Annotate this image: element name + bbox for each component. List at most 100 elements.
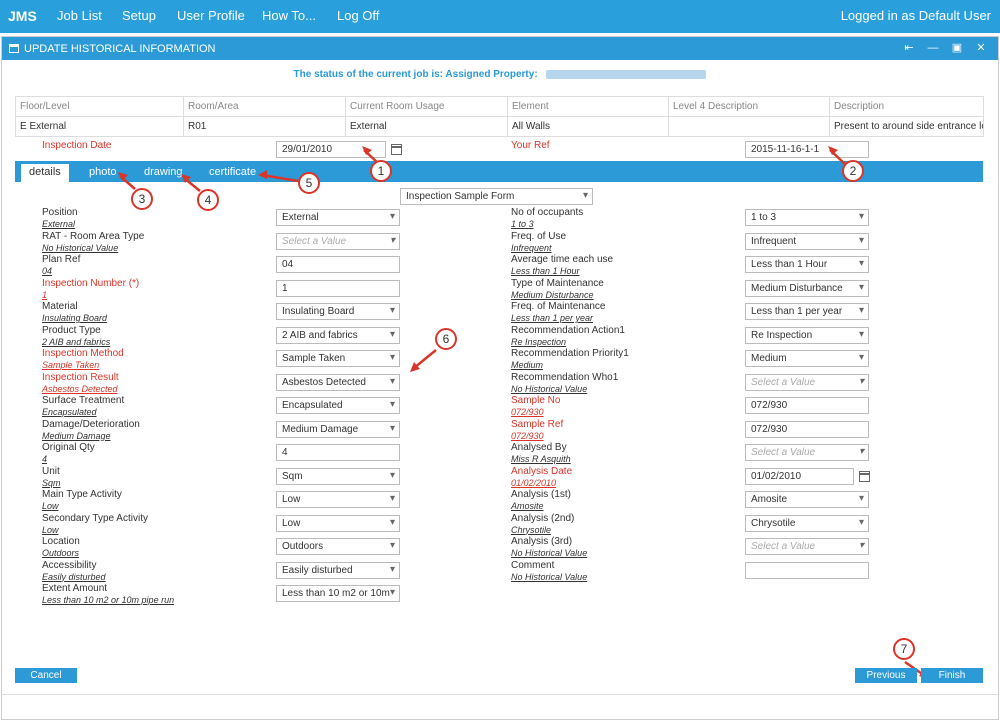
- field-select[interactable]: Infrequent: [745, 232, 869, 250]
- inspection-date-input[interactable]: 29/01/2010: [276, 141, 386, 158]
- restore-icon[interactable]: ⇤: [900, 40, 918, 56]
- field-select[interactable]: Sample Taken: [276, 350, 400, 367]
- field-input[interactable]: 1: [276, 279, 400, 297]
- field-label-text: Analysed By: [511, 442, 567, 453]
- field-select[interactable]: Easily disturbed: [276, 561, 400, 579]
- field-select[interactable]: Sqm: [276, 467, 400, 485]
- form-type-select[interactable]: Inspection Sample Form: [400, 188, 593, 205]
- field-label: Extent Amount Less than 10 m2 or 10m pipe…: [42, 583, 174, 606]
- field-select[interactable]: Chrysotile: [745, 514, 869, 532]
- historical-value: Amosite: [511, 501, 544, 511]
- cancel-button[interactable]: Cancel: [15, 668, 77, 683]
- field-label: No of occupants 1 to 3: [511, 207, 583, 230]
- finish-button[interactable]: Finish: [921, 668, 983, 683]
- field-select[interactable]: Encapsulated: [276, 397, 400, 414]
- field-label: Sample Ref 072/930: [511, 419, 563, 442]
- field-label: Secondary Type Activity Low: [42, 513, 148, 536]
- field-select[interactable]: Outdoors: [276, 538, 400, 555]
- historical-value: Low: [42, 524, 59, 535]
- field-select[interactable]: 2 AIB and fabrics: [276, 326, 400, 344]
- field-select[interactable]: 1 to 3: [745, 209, 869, 226]
- logged-in-user: Logged in as Default User: [840, 8, 991, 23]
- date-input[interactable]: 01/02/2010: [745, 467, 854, 485]
- field-label-text: Analysis (1st): [511, 489, 572, 500]
- nav-how-to[interactable]: How To...: [262, 8, 316, 23]
- field-label: Inspection Result Asbestos Detected: [42, 372, 119, 395]
- field-select[interactable]: Less than 10 m2 or 10m: [276, 585, 400, 602]
- field-select[interactable]: Less than 1 Hour: [745, 256, 869, 273]
- nav-log-off[interactable]: Log Off: [337, 8, 379, 23]
- historical-value: 4: [42, 454, 48, 464]
- brand-logo[interactable]: JMS: [8, 8, 37, 24]
- field-label-text: Product Type: [42, 324, 101, 336]
- maximize-icon[interactable]: ▣: [948, 40, 966, 56]
- field-input[interactable]: 072/930: [745, 397, 869, 414]
- field-select[interactable]: Select a Value: [745, 444, 869, 461]
- field-input[interactable]: 04: [276, 256, 400, 273]
- field-label: Freq. of Maintenance Less than 1 per year: [511, 301, 606, 324]
- historical-value: 01/02/2010: [511, 477, 557, 488]
- nav-setup[interactable]: Setup: [122, 8, 156, 23]
- historical-value: Miss R Asquith: [511, 454, 571, 464]
- field-select[interactable]: Medium Damage: [276, 420, 400, 438]
- field-input[interactable]: 4: [276, 444, 400, 461]
- field-label: RAT - Room Area Type No Historical Value: [42, 231, 144, 254]
- field-select[interactable]: Medium Disturbance: [745, 279, 869, 297]
- minimize-icon[interactable]: —: [924, 40, 942, 56]
- callout-marker: 2: [842, 160, 864, 182]
- job-status-text: The status of the current job is: Assign…: [293, 69, 491, 80]
- col-element: Element: [507, 96, 669, 117]
- field-select[interactable]: Insulating Board: [276, 303, 400, 320]
- field-input[interactable]: [745, 561, 869, 579]
- field-label-text: Comment: [511, 559, 555, 571]
- callout-marker: 7: [893, 638, 915, 660]
- field-label-text: Surface Treatment: [42, 395, 125, 406]
- field-select[interactable]: Amosite: [745, 491, 869, 508]
- historical-value: Medium Disturbance: [511, 289, 594, 300]
- tab-details[interactable]: details: [21, 164, 69, 182]
- field-select[interactable]: Asbestos Detected: [276, 373, 400, 391]
- callout-marker: 1: [370, 160, 392, 182]
- calendar-icon[interactable]: [391, 144, 402, 155]
- table-row: E External R01 External All Walls Presen…: [15, 116, 984, 137]
- field-select[interactable]: Medium: [745, 350, 869, 367]
- tab-drawing[interactable]: drawing: [136, 164, 191, 182]
- field-select[interactable]: Select a Value: [745, 538, 869, 555]
- field-label: Freq. of Use Infrequent: [511, 231, 566, 254]
- field-label-text: Freq. of Use: [511, 230, 567, 242]
- historical-value: Low: [42, 501, 59, 511]
- inspection-date-label: Inspection Date: [42, 140, 112, 151]
- close-icon[interactable]: ✕: [972, 40, 990, 56]
- historical-value: Less than 10 m2 or 10m pipe run: [42, 595, 175, 605]
- field-label: Main Type Activity Low: [42, 489, 122, 512]
- historical-value: No Historical Value: [511, 571, 588, 582]
- historical-value: Infrequent: [511, 242, 552, 253]
- field-select[interactable]: Low: [276, 514, 400, 532]
- field-input[interactable]: 072/930: [745, 420, 869, 438]
- field-select[interactable]: Low: [276, 491, 400, 508]
- field-label-text: Recommendation Priority1: [511, 348, 629, 359]
- historical-value: Encapsulated: [42, 407, 97, 417]
- nav-job-list[interactable]: Job List: [57, 8, 102, 23]
- previous-button[interactable]: Previous: [855, 668, 917, 683]
- calendar-icon[interactable]: [859, 470, 870, 482]
- callout-marker: 6: [435, 328, 457, 350]
- field-select[interactable]: Less than 1 per year: [745, 303, 869, 320]
- historical-value: No Historical Value: [42, 242, 119, 253]
- field-select[interactable]: Select a Value: [745, 373, 869, 391]
- nav-user-profile[interactable]: User Profile: [177, 8, 245, 23]
- tab-certificate[interactable]: certificate: [201, 164, 264, 182]
- field-label-text: Main Type Activity: [42, 489, 122, 500]
- field-label-text: Position: [42, 207, 78, 218]
- cell-level4: [668, 116, 830, 137]
- your-ref-input[interactable]: 2015-11-16-1-1: [745, 141, 869, 158]
- historical-value: 04: [42, 266, 53, 276]
- field-select[interactable]: External: [276, 209, 400, 226]
- tab-photo[interactable]: photo: [81, 164, 125, 182]
- field-select[interactable]: Select a Value: [276, 232, 400, 250]
- cell-element: All Walls: [507, 116, 669, 137]
- historical-value: Medium Damage: [42, 430, 111, 441]
- field-select[interactable]: Re Inspection: [745, 326, 869, 344]
- property-value-redacted: [546, 69, 707, 79]
- cell-room-usage: External: [345, 116, 508, 137]
